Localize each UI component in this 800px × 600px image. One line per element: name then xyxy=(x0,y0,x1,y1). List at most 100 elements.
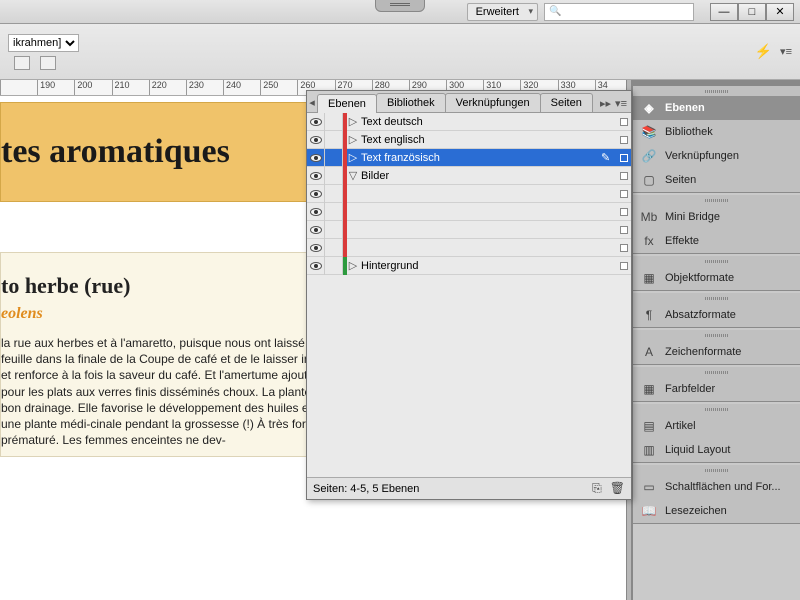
layer-row[interactable] xyxy=(307,203,631,221)
target-box[interactable] xyxy=(617,208,631,216)
tab-bibliothek[interactable]: Bibliothek xyxy=(376,93,446,112)
layer-row[interactable]: ▷Text deutsch xyxy=(307,113,631,131)
toggle-icon[interactable]: ▷ xyxy=(347,259,359,272)
panel-button-objektformate[interactable]: ▦Objektformate xyxy=(633,266,800,290)
tool-icon-1[interactable] xyxy=(14,56,30,70)
tool-icon-2[interactable] xyxy=(40,56,56,70)
lock-cell[interactable] xyxy=(325,113,343,131)
menu-icon[interactable]: ▾≡ xyxy=(780,45,792,58)
panel-label: Objektformate xyxy=(665,272,734,284)
panel-button-seiten[interactable]: ▢ Seiten xyxy=(633,168,800,192)
visibility-icon[interactable] xyxy=(307,113,325,131)
frame-select[interactable]: ikrahmen] xyxy=(8,34,79,52)
maximize-button[interactable]: □ xyxy=(738,3,766,21)
target-box[interactable] xyxy=(617,244,631,252)
panel-label: Lesezeichen xyxy=(665,505,727,517)
lock-cell[interactable] xyxy=(325,131,343,149)
visibility-icon[interactable] xyxy=(307,185,325,203)
visibility-icon[interactable] xyxy=(307,167,325,185)
bolt-icon[interactable]: ⚡ xyxy=(755,43,772,60)
panel-button-mini-bridge[interactable]: MbMini Bridge xyxy=(633,205,800,229)
panel-button-artikel[interactable]: ▤ Artikel xyxy=(633,414,800,438)
target-box[interactable] xyxy=(617,136,631,144)
visibility-icon[interactable] xyxy=(307,203,325,221)
footer-status: Seiten: 4-5, 5 Ebenen xyxy=(313,483,419,495)
layers-panel: ◂ Ebenen Bibliothek Verknüpfungen Seiten… xyxy=(306,90,632,500)
expand-icon[interactable]: ▸▸ xyxy=(600,97,611,110)
panel-label: Artikel xyxy=(665,420,696,432)
close-button[interactable]: ✕ xyxy=(766,3,794,21)
panel-button-ebenen[interactable]: ◈Ebenen xyxy=(633,96,800,120)
panel-label: Effekte xyxy=(665,235,699,247)
toggle-icon[interactable]: ▷ xyxy=(347,133,359,146)
layer-row[interactable]: ▷Text englisch xyxy=(307,131,631,149)
target-box[interactable] xyxy=(617,226,631,234)
layers-list: ▷Text deutsch▷Text englisch▷Text französ… xyxy=(307,113,631,477)
panel-button-liquid-layout[interactable]: ▥Liquid Layout xyxy=(633,438,800,462)
minimize-button[interactable]: — xyxy=(710,3,738,21)
panel-label: Verknüpfungen xyxy=(665,150,739,162)
workspace-dropdown[interactable]: Erweitert xyxy=(467,3,538,21)
visibility-icon[interactable] xyxy=(307,149,325,167)
panel-button-schaltfl-chen-und-for-[interactable]: ▭Schaltflächen und For... xyxy=(633,475,800,499)
layer-color xyxy=(343,203,347,221)
layer-row[interactable]: ▽Bilder xyxy=(307,167,631,185)
lock-cell[interactable] xyxy=(325,185,343,203)
panel-button-verkn-pfungen[interactable]: 🔗 Verknüpfungen xyxy=(633,144,800,168)
search-input[interactable] xyxy=(544,3,694,21)
panel-button-zeichenformate[interactable]: A Zeichenformate xyxy=(633,340,800,364)
target-box[interactable] xyxy=(617,118,631,126)
delete-layer-icon[interactable]: 🗑 xyxy=(610,481,625,496)
target-box[interactable] xyxy=(617,172,631,180)
top-bar: Erweitert — □ ✕ xyxy=(0,0,800,24)
tab-ebenen[interactable]: Ebenen xyxy=(317,94,377,113)
lock-cell[interactable] xyxy=(325,239,343,257)
visibility-icon[interactable] xyxy=(307,257,325,275)
visibility-icon[interactable] xyxy=(307,131,325,149)
layer-name: Text deutsch xyxy=(359,116,617,128)
lock-cell[interactable] xyxy=(325,149,343,167)
app-grip[interactable] xyxy=(375,0,425,12)
layer-color xyxy=(343,221,347,239)
layer-name: Text französisch xyxy=(359,152,601,164)
panel-button-farbfelder[interactable]: ▦Farbfelder xyxy=(633,377,800,401)
new-layer-icon[interactable]: ⎘ xyxy=(592,481,602,496)
lock-cell[interactable] xyxy=(325,257,343,275)
zeichenformate-icon: A xyxy=(641,345,657,359)
layer-row[interactable]: ▷Text französisch✎ xyxy=(307,149,631,167)
layer-row[interactable]: ▷Hintergrund xyxy=(307,257,631,275)
visibility-icon[interactable] xyxy=(307,221,325,239)
layer-name: Hintergrund xyxy=(359,260,617,272)
pen-icon: ✎ xyxy=(601,151,617,164)
panel-button-lesezeichen[interactable]: 📖 Lesezeichen xyxy=(633,499,800,523)
tab-seiten[interactable]: Seiten xyxy=(540,93,593,112)
artikel-icon: ▤ xyxy=(641,419,657,433)
toggle-icon[interactable]: ▷ xyxy=(347,115,359,128)
layer-row[interactable] xyxy=(307,185,631,203)
target-box[interactable] xyxy=(617,190,631,198)
bibliothek-icon: 📚 xyxy=(641,125,657,139)
panel-button-absatzformate[interactable]: ¶Absatzformate xyxy=(633,303,800,327)
layer-row[interactable] xyxy=(307,239,631,257)
lesezeichen-icon: 📖 xyxy=(641,504,657,518)
seiten-icon: ▢ xyxy=(641,173,657,187)
toggle-icon[interactable]: ▷ xyxy=(347,151,359,164)
panel-button-effekte[interactable]: fxEffekte xyxy=(633,229,800,253)
visibility-icon[interactable] xyxy=(307,239,325,257)
target-box[interactable] xyxy=(617,262,631,270)
tab-verknuepfungen[interactable]: Verknüpfungen xyxy=(445,93,541,112)
collapse-icon[interactable]: ◂ xyxy=(307,92,317,112)
verknüpfungen-icon: 🔗 xyxy=(641,149,657,163)
panel-menu-icon[interactable]: ▾≡ xyxy=(615,97,627,110)
lock-cell[interactable] xyxy=(325,167,343,185)
panel-label: Seiten xyxy=(665,174,696,186)
panel-label: Zeichenformate xyxy=(665,346,741,358)
lock-cell[interactable] xyxy=(325,203,343,221)
target-box[interactable] xyxy=(617,154,631,162)
layer-row[interactable] xyxy=(307,221,631,239)
panel-button-bibliothek[interactable]: 📚Bibliothek xyxy=(633,120,800,144)
toggle-icon[interactable]: ▽ xyxy=(347,169,359,182)
panel-label: Absatzformate xyxy=(665,309,736,321)
lock-cell[interactable] xyxy=(325,221,343,239)
panel-label: Farbfelder xyxy=(665,383,715,395)
